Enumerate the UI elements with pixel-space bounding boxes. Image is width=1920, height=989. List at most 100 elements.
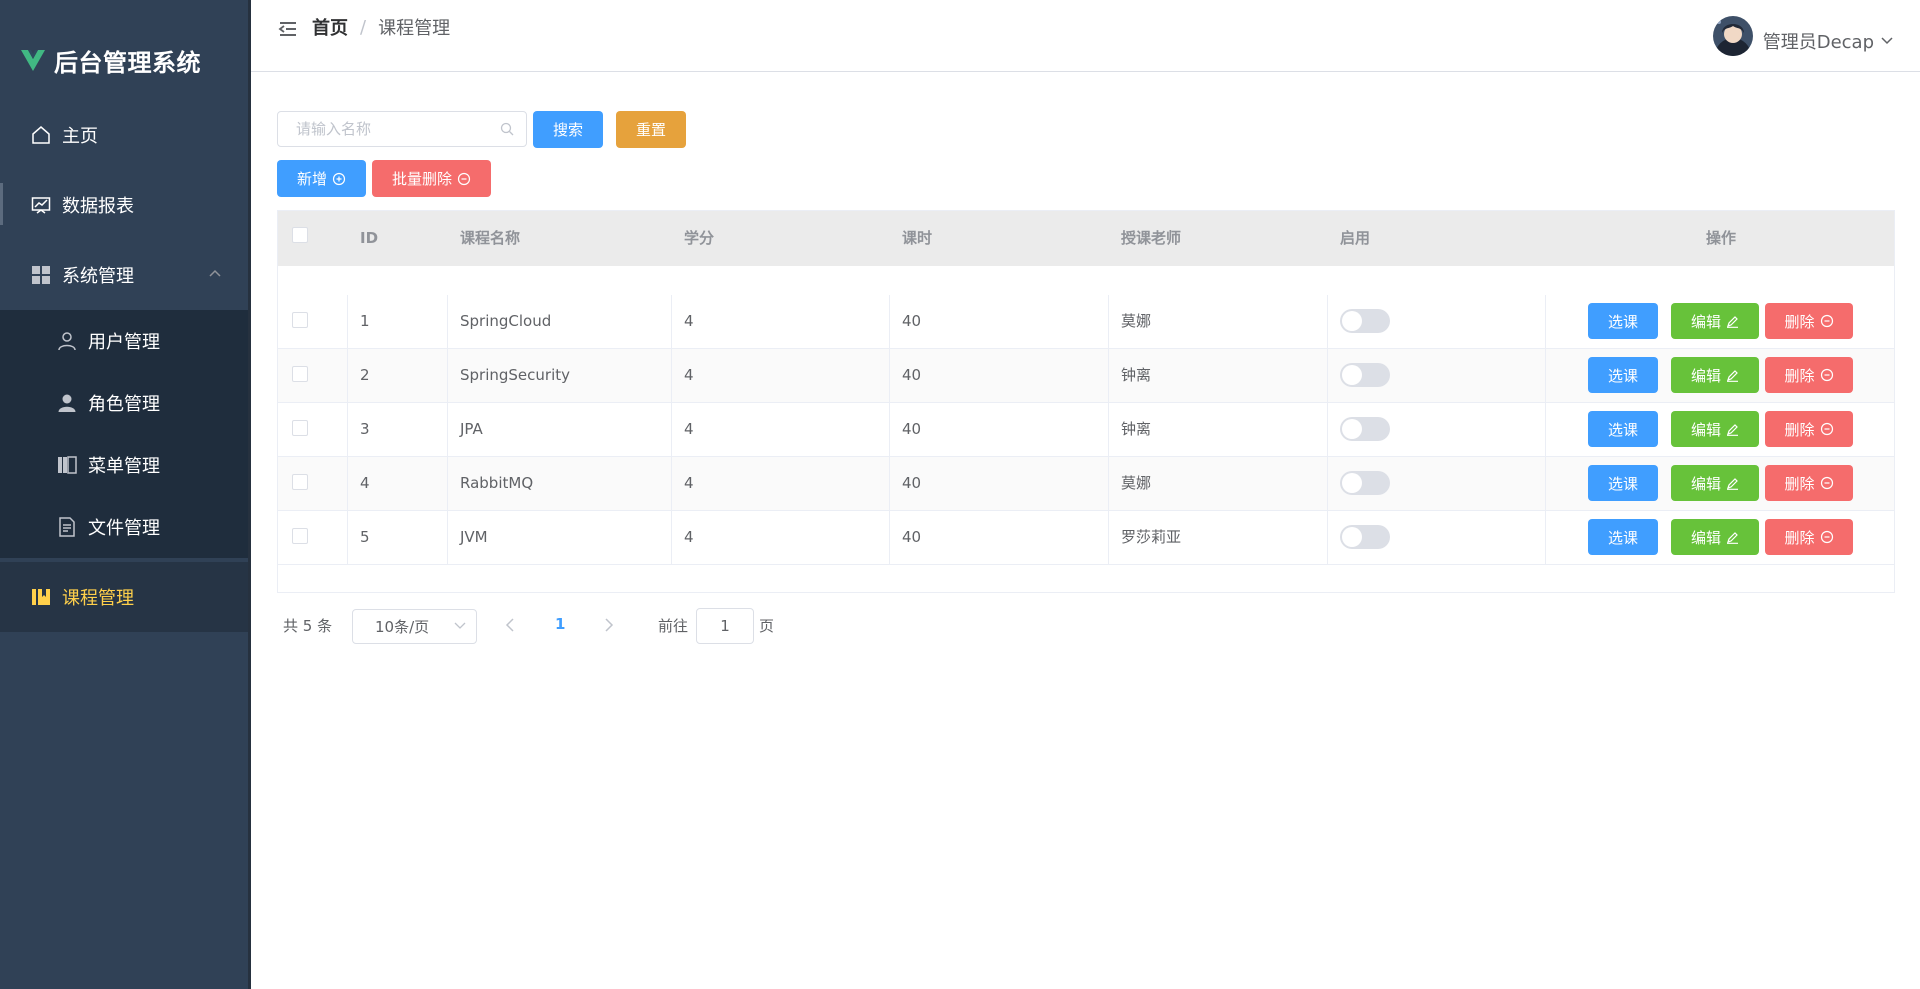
cell-divider [347, 511, 348, 564]
breadcrumb-current: 课程管理 [378, 18, 451, 39]
role-icon [56, 392, 78, 414]
minus-circle-icon [1820, 368, 1834, 382]
select-course-button[interactable]: 选课 [1588, 303, 1658, 339]
select-course-button[interactable]: 选课 [1588, 411, 1658, 447]
avatar[interactable] [1712, 16, 1753, 56]
logo[interactable]: 后台管理系统 [20, 42, 201, 78]
cell-divider [1545, 457, 1546, 510]
row-checkbox[interactable] [292, 312, 308, 328]
goto-page-input[interactable] [696, 608, 754, 644]
delete-label: 删除 [1784, 421, 1815, 439]
cell-divider [347, 457, 348, 510]
select-course-button[interactable]: 选课 [1588, 519, 1658, 555]
goto-label: 前往 [658, 617, 689, 635]
sidebar-item-courses[interactable]: 课程管理 [0, 562, 248, 632]
table-row: 4 RabbitMQ 4 40 莫娜 选课 编辑 删除 [278, 457, 1894, 511]
edit-button[interactable]: 编辑 [1671, 465, 1759, 501]
column-header-actions: 操作 [1706, 229, 1737, 247]
cell-divider [447, 511, 448, 564]
cell-divider [1545, 295, 1546, 348]
delete-button[interactable]: 删除 [1765, 357, 1853, 393]
cell-name: JPA [460, 420, 483, 438]
page-size-select[interactable]: 10条/页 [352, 609, 477, 644]
minus-circle-icon [1820, 422, 1834, 436]
page-number-current[interactable]: 1 [555, 615, 565, 633]
cell-divider [671, 511, 672, 564]
cell-divider [889, 295, 890, 348]
delete-button[interactable]: 删除 [1765, 411, 1853, 447]
column-header-id: ID [360, 229, 379, 247]
search-icon [500, 122, 514, 136]
edit-button[interactable]: 编辑 [1671, 303, 1759, 339]
column-header-enabled: 启用 [1340, 229, 1371, 247]
sidebar-item-reports[interactable]: 数据报表 [0, 174, 248, 236]
chevron-up-icon [209, 269, 221, 277]
select-course-button[interactable]: 选课 [1588, 465, 1658, 501]
search-input[interactable] [277, 111, 527, 147]
delete-button[interactable]: 删除 [1765, 303, 1853, 339]
sidebar-item-label: 用户管理 [88, 332, 160, 353]
sidebar-item-roles[interactable]: 角色管理 [0, 372, 248, 434]
cell-score: 4 [684, 312, 694, 330]
enable-switch[interactable] [1340, 309, 1390, 333]
cell-teacher: 莫娜 [1121, 474, 1152, 492]
cell-times: 40 [902, 366, 922, 384]
enable-switch[interactable] [1340, 363, 1390, 387]
cell-divider [1545, 403, 1546, 456]
edit-button[interactable]: 编辑 [1671, 357, 1759, 393]
sidebar-item-system[interactable]: 系统管理 [0, 244, 248, 306]
search-button[interactable]: 搜索 [533, 111, 603, 148]
table-row: 3 JPA 4 40 钟离 选课 编辑 删除 [278, 403, 1894, 457]
sidebar-item-users[interactable]: 用户管理 [0, 310, 248, 372]
sidebar-item-label: 课程管理 [62, 588, 134, 609]
chevron-down-icon [1881, 37, 1893, 45]
search-field[interactable] [296, 120, 496, 138]
cell-divider [1327, 457, 1328, 510]
breadcrumb-home[interactable]: 首页 [312, 14, 348, 40]
next-page-icon[interactable] [604, 618, 614, 632]
cell-score: 4 [684, 528, 694, 546]
sidebar-item-label: 文件管理 [88, 518, 160, 539]
course-table: ID 课程名称 学分 课时 授课老师 启用 操作 1 SpringCloud 4 [277, 210, 1895, 593]
delete-button[interactable]: 删除 [1765, 519, 1853, 555]
edit-icon [1726, 369, 1739, 382]
cell-score: 4 [684, 420, 694, 438]
cell-divider [447, 403, 448, 456]
select-all-checkbox[interactable] [292, 227, 308, 243]
edit-button[interactable]: 编辑 [1671, 411, 1759, 447]
sidebar-item-menus[interactable]: 菜单管理 [0, 434, 248, 496]
enable-switch[interactable] [1340, 471, 1390, 495]
add-button[interactable]: 新增 [277, 160, 366, 197]
sidebar-item-home[interactable]: 主页 [0, 104, 248, 166]
enable-switch[interactable] [1340, 417, 1390, 441]
app-root: 后台管理系统 主页 数据报表 系统管理 用户管理 角色管理 菜单管理 文件管理 … [0, 0, 1920, 989]
edit-button[interactable]: 编辑 [1671, 519, 1759, 555]
row-checkbox[interactable] [292, 528, 308, 544]
batch-delete-button[interactable]: 批量删除 [372, 160, 491, 197]
edit-label: 编辑 [1690, 421, 1721, 439]
reset-button[interactable]: 重置 [616, 111, 686, 148]
select-course-button[interactable]: 选课 [1588, 357, 1658, 393]
cell-times: 40 [902, 474, 922, 492]
edit-label: 编辑 [1690, 367, 1721, 385]
row-checkbox[interactable] [292, 366, 308, 382]
row-checkbox[interactable] [292, 420, 308, 436]
prev-page-icon[interactable] [505, 618, 515, 632]
cell-divider [1327, 403, 1328, 456]
enable-switch[interactable] [1340, 525, 1390, 549]
cell-score: 4 [684, 474, 694, 492]
cell-divider [889, 403, 890, 456]
cell-id: 4 [360, 474, 370, 492]
user-menu[interactable]: 管理员Decap [1712, 16, 1894, 56]
cell-divider [347, 403, 348, 456]
hamburger-icon[interactable] [278, 20, 298, 38]
delete-button[interactable]: 删除 [1765, 465, 1853, 501]
row-checkbox[interactable] [292, 474, 308, 490]
table-row: 1 SpringCloud 4 40 莫娜 选课 编辑 删除 [278, 295, 1894, 349]
breadcrumb: 首页 / 课程管理 [312, 14, 450, 40]
sidebar-item-label: 菜单管理 [88, 456, 160, 477]
delete-label: 删除 [1784, 313, 1815, 331]
cell-times: 40 [902, 420, 922, 438]
sidebar-item-files[interactable]: 文件管理 [0, 496, 248, 558]
pagination-total: 共 5 条 [283, 616, 333, 635]
